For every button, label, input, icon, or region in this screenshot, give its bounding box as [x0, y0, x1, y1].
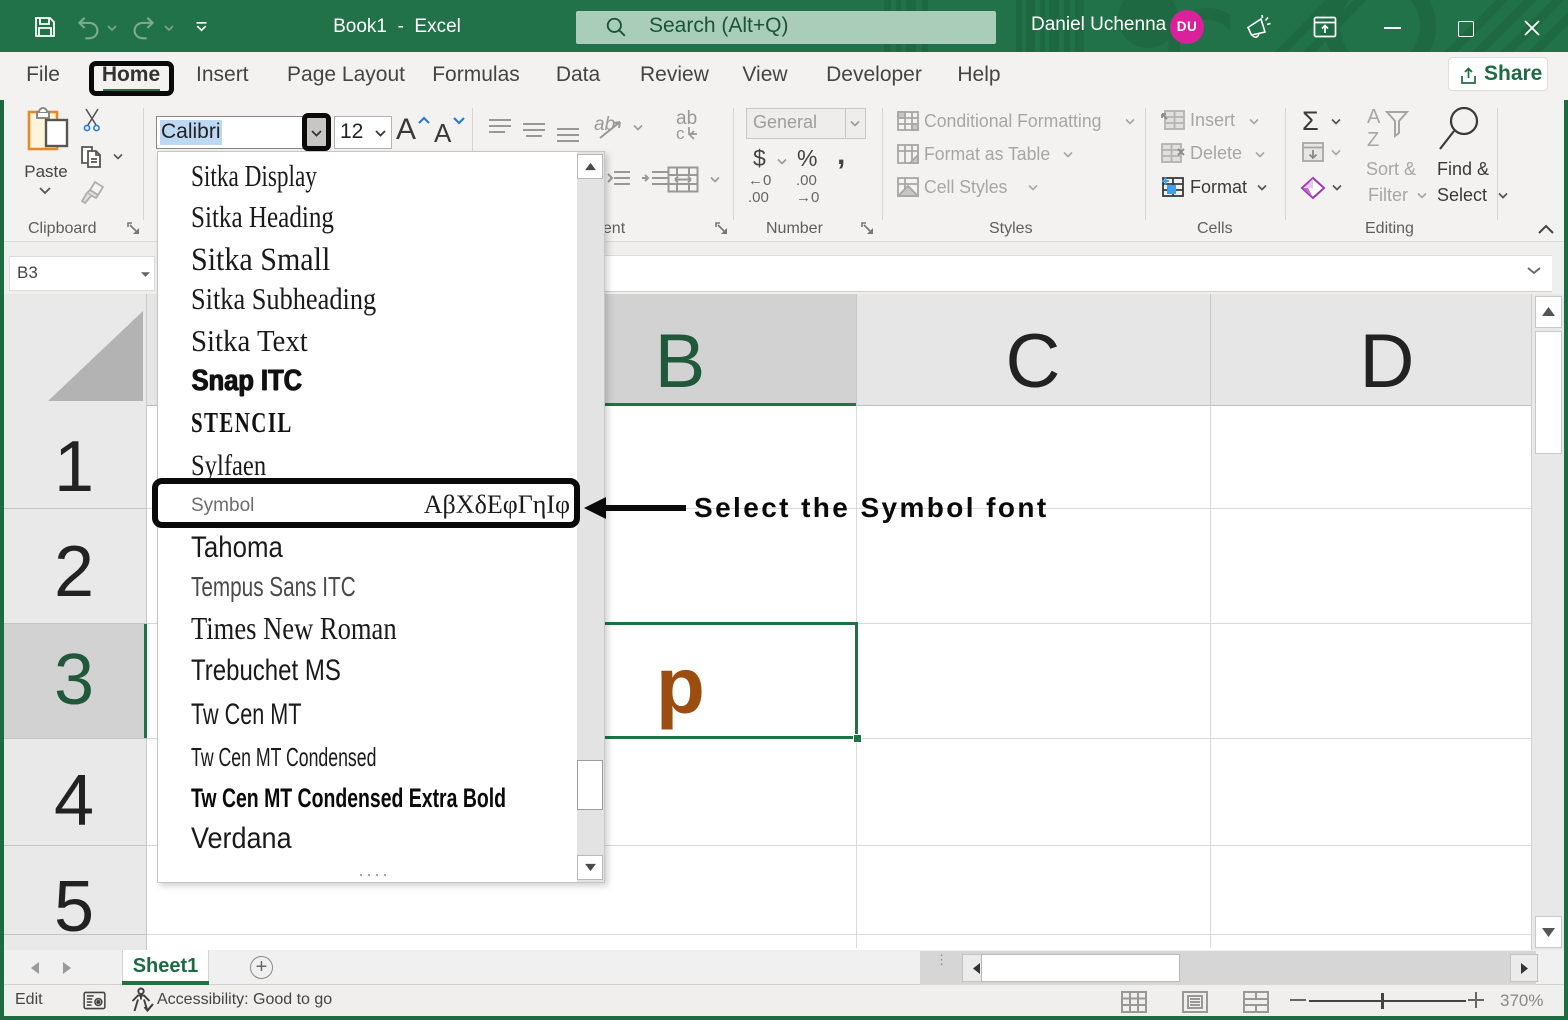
svg-text:ab: ab [594, 114, 615, 135]
svg-text:c: c [676, 126, 685, 142]
